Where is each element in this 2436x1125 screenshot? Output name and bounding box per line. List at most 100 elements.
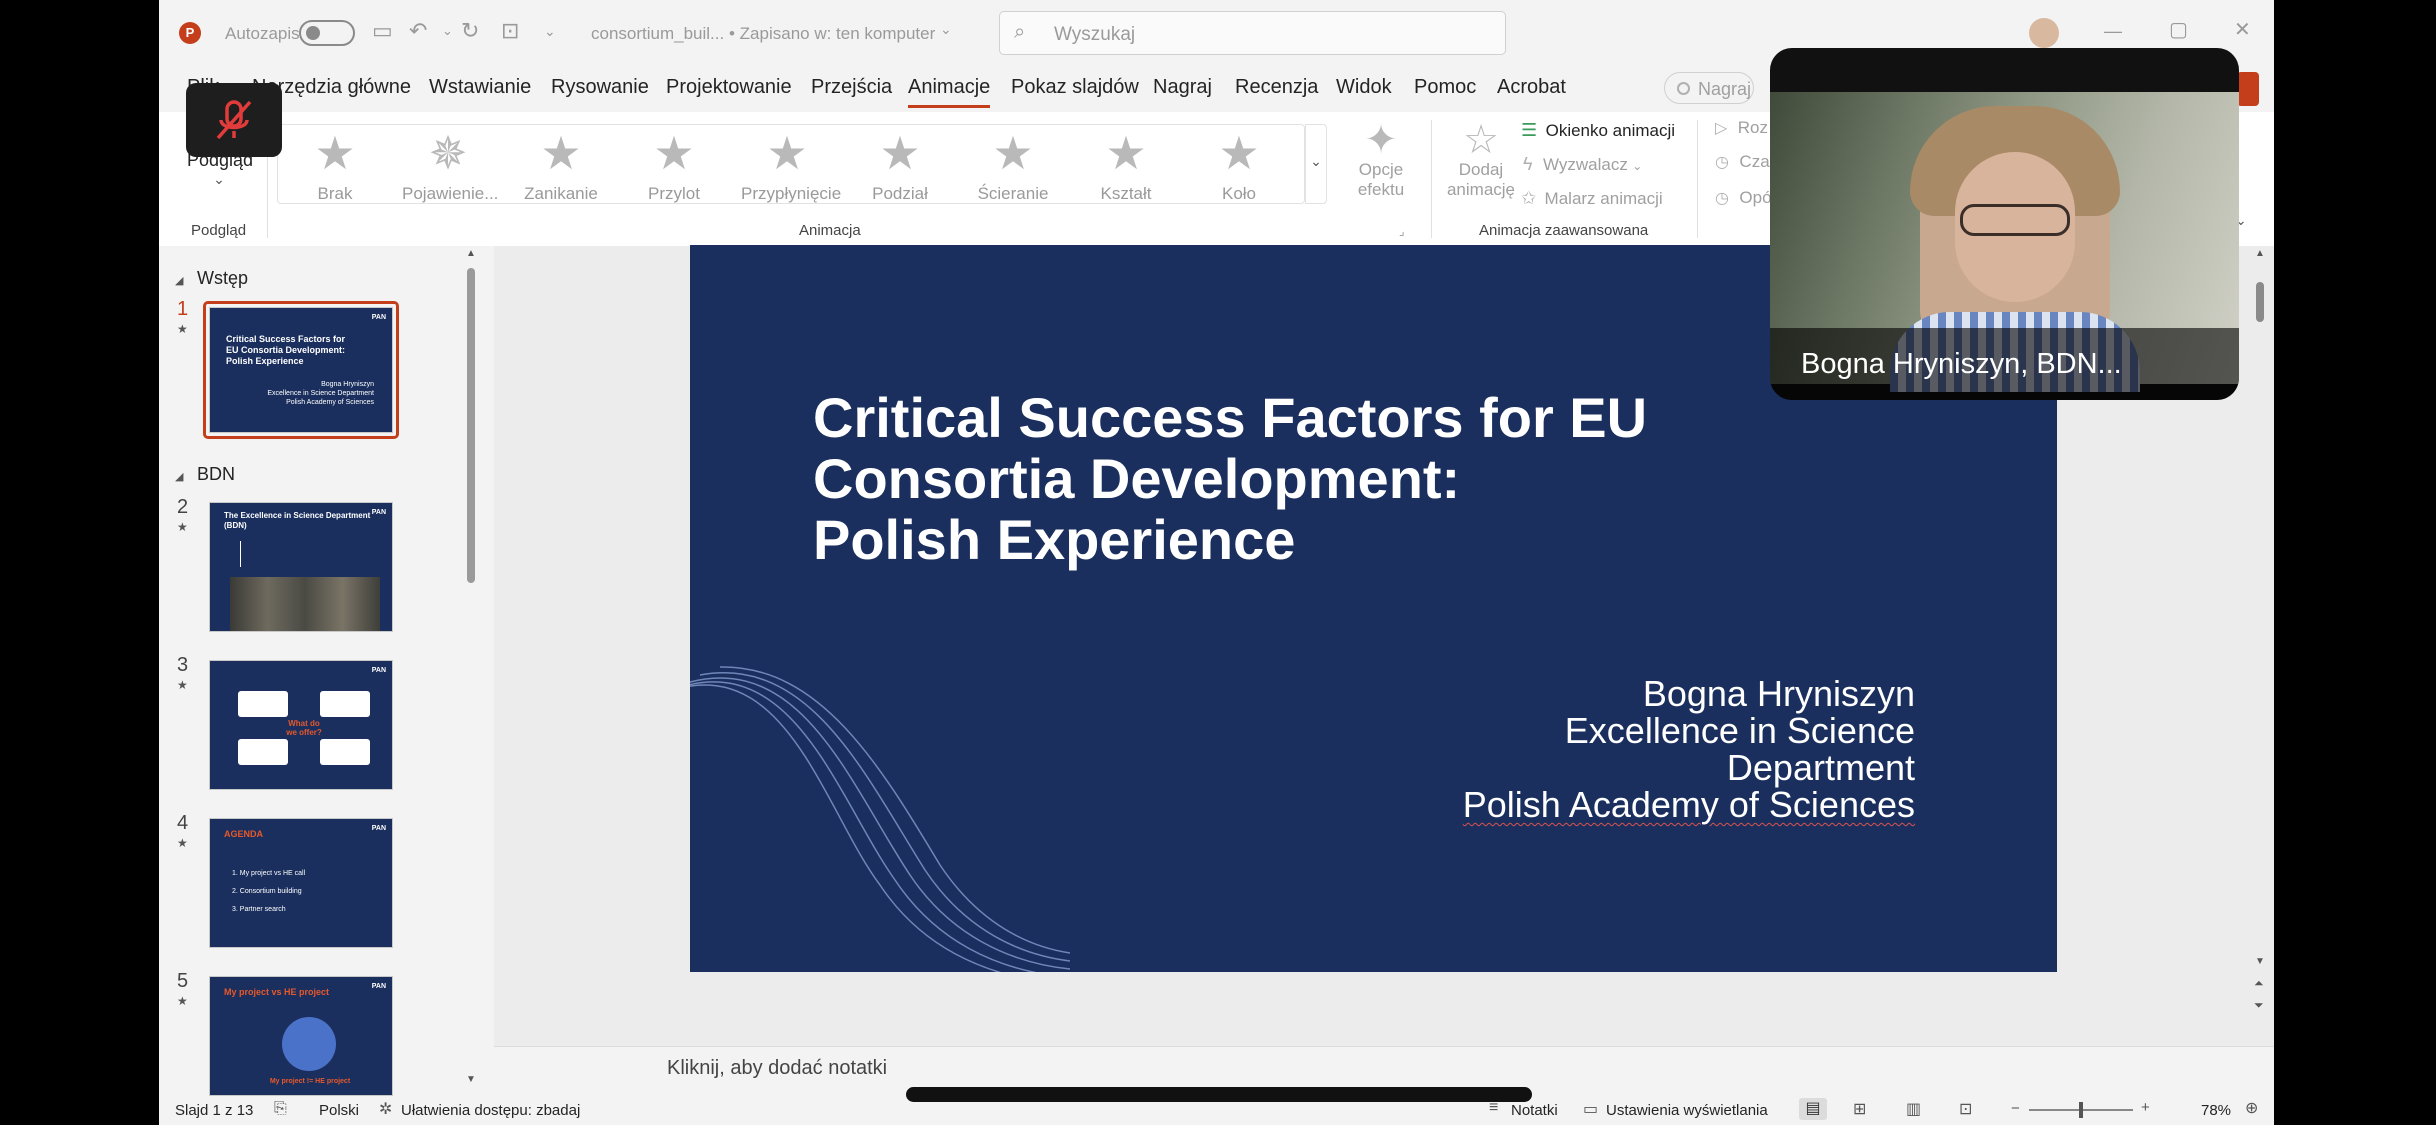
section-collapse-icon[interactable]: ◢ [175, 470, 183, 483]
thumbnails-scrollbar-track[interactable]: ▲ ▼ [465, 248, 477, 1093]
delay-field[interactable]: ◷ Opó [1715, 188, 1772, 208]
save-status[interactable]: • Zapisano w: ten komputer [729, 24, 935, 44]
team-photo [230, 577, 380, 631]
animation-group-launcher-icon[interactable]: ⌟ [1399, 224, 1405, 238]
reading-view-icon[interactable]: ▥ [1906, 1099, 1921, 1119]
slide-subtitle-line-2[interactable]: Excellence in Science [1565, 712, 1915, 749]
display-settings-icon[interactable]: ▭ [1583, 1099, 1598, 1119]
thumbnail-box [238, 739, 288, 765]
accessibility-icon[interactable]: ✲ [379, 1099, 392, 1119]
previous-slide-icon[interactable]: ⏶ [2254, 976, 2264, 991]
animation-split[interactable]: ★ Podział [854, 130, 946, 204]
customize-toolbar-icon[interactable]: ⌄ [544, 24, 556, 38]
tab-slideshow[interactable]: Pokaz slajdów [1011, 76, 1139, 99]
tab-acrobat[interactable]: Acrobat [1497, 76, 1566, 99]
save-status-chevron-icon[interactable]: ⌄ [940, 22, 952, 36]
zoom-slider[interactable] [2029, 1102, 2133, 1118]
add-animation-button[interactable]: ☆ Dodaj animację [1439, 120, 1523, 200]
painter-icon: ✩ [1521, 188, 1537, 208]
search-box[interactable]: ⌕ Wyszukaj [999, 11, 1506, 55]
redo-icon[interactable]: ↻ [461, 20, 479, 42]
accessibility-button[interactable]: Ułatwienia dostępu: zbadaj [401, 1102, 580, 1119]
zoom-level[interactable]: 78% [2201, 1102, 2231, 1119]
duration-field[interactable]: ◷ Cza [1715, 152, 1770, 172]
animation-float-in[interactable]: ★ Przypłynięcie [741, 130, 841, 204]
microphone-muted-icon [216, 100, 252, 140]
video-call-overlay[interactable]: Bogna Hryniszyn, BDN... [1770, 48, 2239, 400]
user-avatar[interactable] [2029, 18, 2059, 48]
animation-pane-button[interactable]: ☰ Okienko animacji [1521, 120, 1675, 141]
next-slide-icon[interactable]: ⏷ [2254, 998, 2264, 1013]
tab-record[interactable]: Nagraj [1153, 76, 1212, 99]
animation-none[interactable]: ★ Brak [289, 130, 381, 204]
animation-painter-button[interactable]: ✩ Malarz animacji [1521, 188, 1663, 209]
zoom-slider-thumb[interactable] [2079, 1102, 2083, 1118]
slide-thumbnail-4[interactable]: AGENDA 1. My project vs HE call 2. Conso… [209, 818, 393, 948]
animation-fade[interactable]: ★ Zanikanie [515, 130, 607, 204]
tab-view[interactable]: Widok [1336, 76, 1392, 99]
gallery-more-icon[interactable]: ⌄ [1305, 124, 1327, 204]
section-intro[interactable]: Wstęp [197, 268, 248, 289]
undo-icon[interactable]: ↶ [409, 20, 427, 42]
effect-options-button[interactable]: ✦ Opcje efektu [1339, 120, 1423, 200]
microphone-muted-badge[interactable] [186, 83, 282, 157]
display-settings-button[interactable]: Ustawienia wyświetlania [1606, 1102, 1768, 1119]
section-bdn[interactable]: BDN [197, 464, 235, 485]
scroll-up-icon[interactable]: ▲ [466, 248, 476, 259]
scroll-down-icon[interactable]: ▼ [2255, 956, 2265, 967]
zoom-in-icon[interactable]: + [2141, 1099, 2150, 1116]
file-name[interactable]: consortium_buil... [591, 24, 724, 44]
slide-title-line-3[interactable]: Polish Experience [813, 509, 1295, 570]
save-icon[interactable]: ▭ [372, 20, 393, 42]
minimize-icon[interactable]: — [2104, 22, 2122, 40]
slide-thumbnail-3[interactable]: What do we offer? PAN [209, 660, 393, 790]
slide-subtitle-line-4[interactable]: Polish Academy of Sciences [1463, 786, 1915, 823]
close-icon[interactable]: ✕ [2234, 20, 2251, 40]
slide-subtitle-line-1[interactable]: Bogna Hryniszyn [1643, 675, 1915, 712]
slide-subtitle-line-3[interactable]: Department [1727, 749, 1915, 786]
spellcheck-icon[interactable]: ⎘ [274, 1100, 287, 1118]
animation-appear[interactable]: ✵ Pojawienie... [402, 130, 498, 204]
present-icon[interactable]: ⊡ [501, 20, 519, 42]
slide-title-line-1[interactable]: Critical Success Factors for EU [813, 387, 1647, 448]
share-button[interactable] [2237, 72, 2259, 106]
tab-transitions[interactable]: Przejścia [811, 76, 892, 99]
search-input[interactable]: Wyszukaj [1054, 24, 1135, 46]
language-button[interactable]: Polski [319, 1102, 359, 1119]
animation-shape[interactable]: ★ Kształt [1080, 130, 1172, 204]
scroll-down-icon[interactable]: ▼ [466, 1074, 476, 1085]
fit-to-window-icon[interactable]: ⊕ [2245, 1098, 2258, 1118]
animation-fly-in[interactable]: ★ Przylot [628, 130, 720, 204]
animation-wipe[interactable]: ★ Ścieranie [967, 130, 1059, 204]
undo-dropdown-icon[interactable]: ⌄ [442, 24, 453, 37]
tab-draw[interactable]: Rysowanie [551, 76, 649, 99]
canvas-scrollbar[interactable]: ▲ ▼ ⏶ ⏷ [2253, 248, 2267, 1018]
glasses-icon [1960, 204, 2070, 236]
tab-design[interactable]: Projektowanie [666, 76, 792, 99]
slide-thumbnail-1[interactable]: Critical Success Factors for EU Consorti… [209, 307, 393, 433]
slide-thumbnail-2[interactable]: The Excellence in Science Department (BD… [209, 502, 393, 632]
autosave-toggle[interactable] [299, 20, 355, 46]
tab-animations[interactable]: Animacje [908, 76, 991, 108]
maximize-icon[interactable]: ▢ [2169, 20, 2188, 40]
tab-help[interactable]: Pomoc [1414, 76, 1476, 99]
normal-view-icon[interactable]: ▤ [1799, 1098, 1827, 1120]
slide-thumbnail-5[interactable]: My project vs HE project My project != H… [209, 976, 393, 1096]
zoom-out-icon[interactable]: − [2011, 1100, 2020, 1117]
slideshow-view-icon[interactable]: ⊡ [1959, 1099, 1972, 1119]
notes-button[interactable]: Notatki [1511, 1102, 1558, 1119]
notes-placeholder[interactable]: Kliknij, aby dodać notatki [667, 1057, 887, 1080]
slide-title-line-2[interactable]: Consortia Development: [813, 448, 1460, 509]
tab-review[interactable]: Recenzja [1235, 76, 1318, 99]
section-collapse-icon[interactable]: ◢ [175, 274, 183, 287]
canvas-scrollbar-thumb[interactable] [2256, 282, 2264, 322]
slide-sorter-icon[interactable]: ⊞ [1853, 1099, 1866, 1119]
tab-insert[interactable]: Wstawianie [429, 76, 531, 99]
home-indicator[interactable] [906, 1087, 1532, 1102]
start-dropdown[interactable]: ▷ Roz [1715, 118, 1768, 138]
scroll-up-icon[interactable]: ▲ [2255, 248, 2265, 259]
trigger-button[interactable]: ϟ Wyzwalacz ⌄ [1523, 154, 1642, 175]
thumbnails-scrollbar-thumb[interactable] [467, 268, 475, 583]
animation-wheel[interactable]: ★ Koło [1193, 130, 1285, 204]
record-button[interactable]: Nagraj [1664, 72, 1754, 104]
